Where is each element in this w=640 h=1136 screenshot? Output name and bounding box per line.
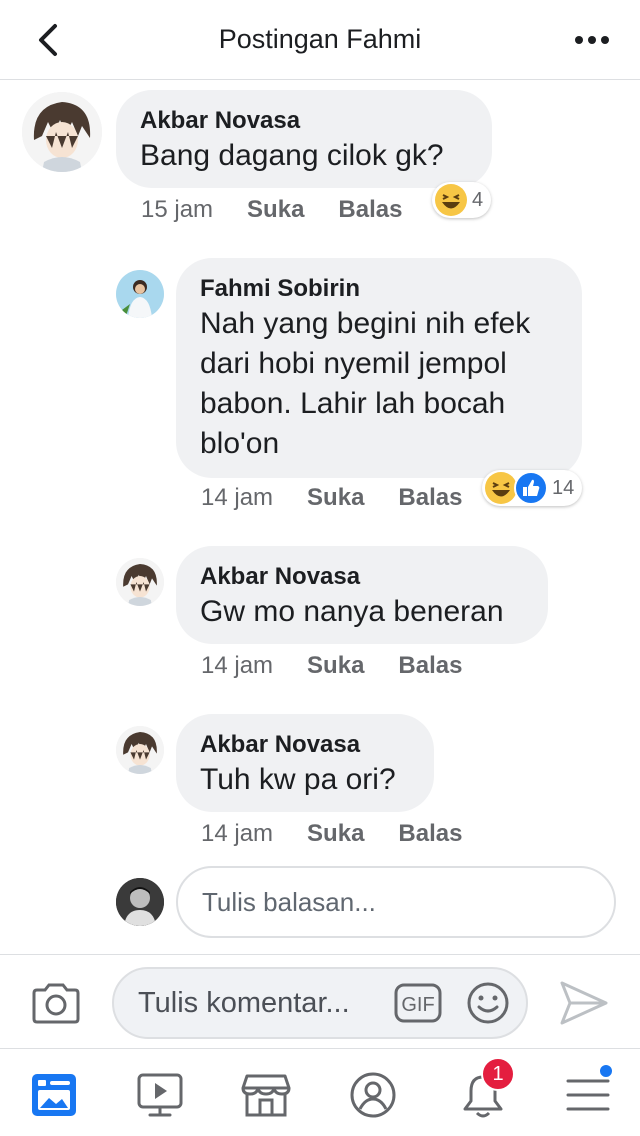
comment-time[interactable]: 14 jam	[201, 484, 273, 512]
comment-time[interactable]: 14 jam	[201, 652, 273, 680]
watch-icon	[137, 1073, 183, 1117]
comment-text: Bang dagang cilok gk?	[140, 139, 444, 172]
comment-bubble[interactable]: Akbar Novasa Bang dagang cilok gk?	[116, 90, 492, 188]
like-button[interactable]: Suka	[307, 484, 364, 512]
gif-button[interactable]: GIF	[394, 983, 442, 1023]
comment-bubble[interactable]: Akbar Novasa Gw mo nanya beneran	[176, 546, 548, 644]
camera-icon	[32, 983, 80, 1024]
avatar[interactable]	[116, 558, 164, 606]
comment-actions: 14 jam Suka Balas	[201, 652, 462, 680]
reaction-summary[interactable]: 4	[432, 182, 492, 218]
tab-notifications[interactable]: 1	[455, 1057, 515, 1123]
send-icon	[560, 981, 608, 1025]
comment-bubble[interactable]: Fahmi Sobirin Nah yang begini nih efek d…	[176, 258, 582, 478]
comment-input[interactable]: Tulis komentar... GIF	[112, 967, 528, 1039]
anime-avatar-image	[116, 726, 164, 774]
reply-button[interactable]: Balas	[398, 652, 462, 680]
new-activity-dot	[598, 1063, 614, 1079]
profile-photo-image	[116, 270, 164, 318]
reply-button[interactable]: Balas	[338, 196, 402, 224]
comment-bubble[interactable]: Akbar Novasa Tuh kw pa ori?	[176, 714, 434, 812]
bottom-tab-bar: 1	[0, 1048, 640, 1136]
tab-menu[interactable]	[560, 1063, 616, 1123]
tab-news-feed[interactable]	[26, 1067, 82, 1123]
reply-input-placeholder: Tulis balasan...	[202, 886, 376, 917]
reaction-count: 14	[552, 476, 575, 499]
reply-button[interactable]: Balas	[398, 820, 462, 848]
comment-actions: 14 jam Suka Balas	[201, 820, 462, 848]
hamburger-menu-icon	[566, 1079, 610, 1111]
comment-author[interactable]: Akbar Novasa	[200, 562, 524, 592]
tab-profile[interactable]	[345, 1067, 401, 1123]
ellipsis-icon	[575, 36, 609, 44]
comment-text-line: Nah yang begini nih efek	[200, 307, 531, 340]
send-button[interactable]	[558, 979, 610, 1027]
more-options-button[interactable]	[568, 22, 616, 58]
anime-avatar-image	[22, 92, 102, 172]
reply-button[interactable]: Balas	[398, 484, 462, 512]
tab-marketplace[interactable]	[238, 1067, 294, 1123]
news-feed-icon	[32, 1074, 76, 1116]
comment-text: Gw mo nanya beneran	[200, 595, 504, 628]
haha-reaction-icon	[435, 184, 467, 216]
top-nav-bar: Postingan Fahmi	[0, 0, 640, 80]
tab-watch[interactable]	[132, 1067, 188, 1123]
notification-badge: 1	[481, 1057, 515, 1091]
anime-avatar-image	[116, 558, 164, 606]
like-button[interactable]: Suka	[247, 196, 304, 224]
marketplace-icon	[241, 1074, 291, 1117]
emoji-button[interactable]	[466, 981, 510, 1025]
comment-text: Tuh kw pa ori?	[200, 763, 396, 796]
comment-text-line: dari hobi nyemil jempol	[200, 347, 507, 380]
comment-author[interactable]: Fahmi Sobirin	[200, 274, 558, 304]
avatar[interactable]	[116, 726, 164, 774]
reaction-summary[interactable]: 14	[482, 470, 583, 506]
reaction-count: 4	[472, 188, 484, 211]
comment-author[interactable]: Akbar Novasa	[140, 106, 468, 136]
comment-time[interactable]: 15 jam	[141, 196, 213, 224]
comment-author[interactable]: Akbar Novasa	[200, 730, 410, 760]
gif-icon: GIF	[394, 983, 442, 1023]
like-button[interactable]: Suka	[307, 820, 364, 848]
like-reaction-icon	[514, 471, 548, 505]
avatar[interactable]	[116, 270, 164, 318]
haha-reaction-icon	[485, 472, 517, 504]
comment-actions: 14 jam Suka Balas	[201, 484, 462, 512]
smiley-icon	[467, 982, 509, 1024]
profile-photo-image	[116, 878, 164, 926]
comment-text-line: blo'on	[200, 427, 280, 460]
comment-composer: Tulis komentar... GIF	[0, 954, 640, 1048]
reply-input[interactable]: Tulis balasan...	[176, 866, 616, 938]
like-button[interactable]: Suka	[307, 652, 364, 680]
comment-text-line: babon. Lahir lah bocah	[200, 387, 506, 420]
page-title: Postingan Fahmi	[218, 24, 422, 54]
profile-icon	[350, 1072, 396, 1118]
camera-button[interactable]	[30, 981, 82, 1025]
gif-label: GIF	[401, 994, 434, 1016]
comment-time[interactable]: 14 jam	[201, 820, 273, 848]
current-user-avatar	[116, 878, 164, 926]
avatar[interactable]	[22, 92, 102, 172]
comment-input-placeholder: Tulis komentar...	[138, 987, 350, 1019]
comment-actions: 15 jam Suka Balas	[141, 196, 402, 224]
